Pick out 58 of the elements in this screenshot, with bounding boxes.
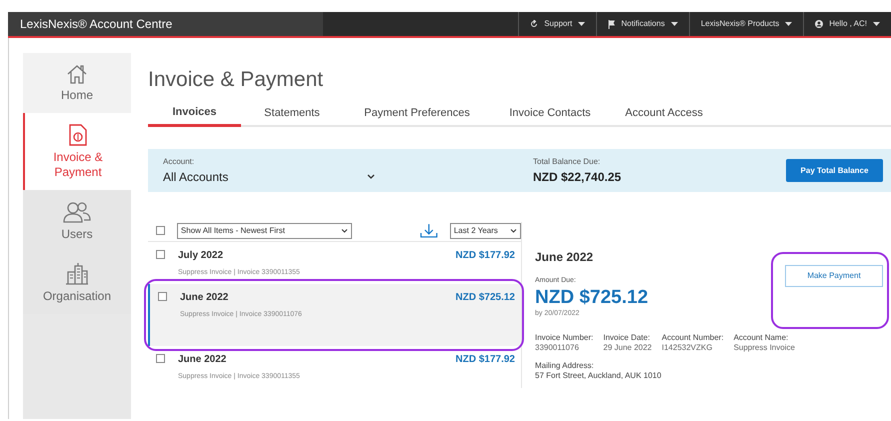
field-label: Account Number: (662, 333, 724, 343)
user-icon (815, 20, 824, 28)
field-label: Account Name: (734, 333, 790, 343)
sort-select[interactable]: Show All Items - Newest First (176, 222, 352, 238)
header-menu[interactable]: Hello , AC! (803, 12, 891, 36)
field-value: I142532VZKG (662, 343, 714, 353)
house-icon (66, 64, 88, 84)
invoice-icon (69, 124, 87, 146)
account-select[interactable]: All Accounts (163, 168, 375, 186)
field-value: 3390011076 (535, 343, 580, 353)
checkbox[interactable] (156, 250, 165, 259)
chevron-icon (510, 228, 517, 232)
tab[interactable]: Invoice Contacts (491, 100, 609, 127)
invoice-month: July 2022 (178, 249, 224, 263)
detail-title: June 2022 (535, 249, 594, 266)
sidebar-item[interactable]: Home (23, 53, 131, 113)
users-icon (63, 200, 91, 222)
field-label: Invoice Number: (535, 333, 594, 343)
tab[interactable]: Invoices (148, 100, 241, 127)
mailing-address: 57 Fort Street, Auckland, AUK 1010 (535, 371, 662, 381)
header-menu[interactable]: Notifications (596, 12, 689, 36)
app-title: LexisNexis® Account Centre (8, 12, 323, 36)
account-label: Account: (163, 156, 196, 168)
field-value: 29 June 2022 (603, 343, 652, 353)
invoice-month: June 2022 (178, 353, 228, 367)
header-menu[interactable]: Support (518, 12, 596, 36)
invoice-amount: NZD $177.92 (456, 353, 515, 367)
download-icon[interactable] (420, 223, 438, 238)
flag-icon (608, 20, 616, 28)
header-menu[interactable]: LexisNexis® Products (688, 12, 804, 36)
page-title: Invoice & Payment (148, 67, 324, 93)
chevron-icon (340, 228, 348, 232)
invoice-amount: NZD $177.92 (456, 249, 515, 263)
amount-due: NZD $725.12 (535, 286, 648, 308)
caret-icon (670, 22, 678, 26)
caret-icon (873, 22, 880, 26)
balance-amount: NZD $22,740.25 (533, 168, 622, 186)
invoice-amount: NZD $725.12 (456, 291, 515, 305)
field-label: Invoice Date: (603, 333, 651, 343)
tab[interactable]: Statements (241, 100, 343, 127)
address-label: Mailing Address: (535, 361, 595, 371)
tab[interactable]: Payment Preferences (343, 100, 491, 127)
balance-label: Total Balance Due: (533, 156, 602, 168)
checkbox[interactable] (156, 354, 165, 363)
invoice-month: June 2022 (180, 291, 230, 305)
building-icon (65, 262, 89, 284)
caret-icon (578, 22, 586, 26)
sidebar-item[interactable]: Invoice & Payment (23, 113, 131, 190)
select-all-checkbox[interactable] (156, 226, 165, 235)
tab[interactable]: Account Access (609, 100, 719, 127)
chevron-icon (367, 174, 375, 179)
pay-total-button[interactable]: Pay Total Balance (786, 159, 883, 182)
refresh-icon (530, 20, 538, 28)
make-payment-button[interactable]: Make Payment (785, 265, 883, 287)
checkbox[interactable] (158, 292, 167, 301)
caret-icon (785, 22, 792, 26)
period-select[interactable]: Last 2 Years (450, 222, 521, 238)
field-value: Suppress Invoice (734, 343, 795, 353)
